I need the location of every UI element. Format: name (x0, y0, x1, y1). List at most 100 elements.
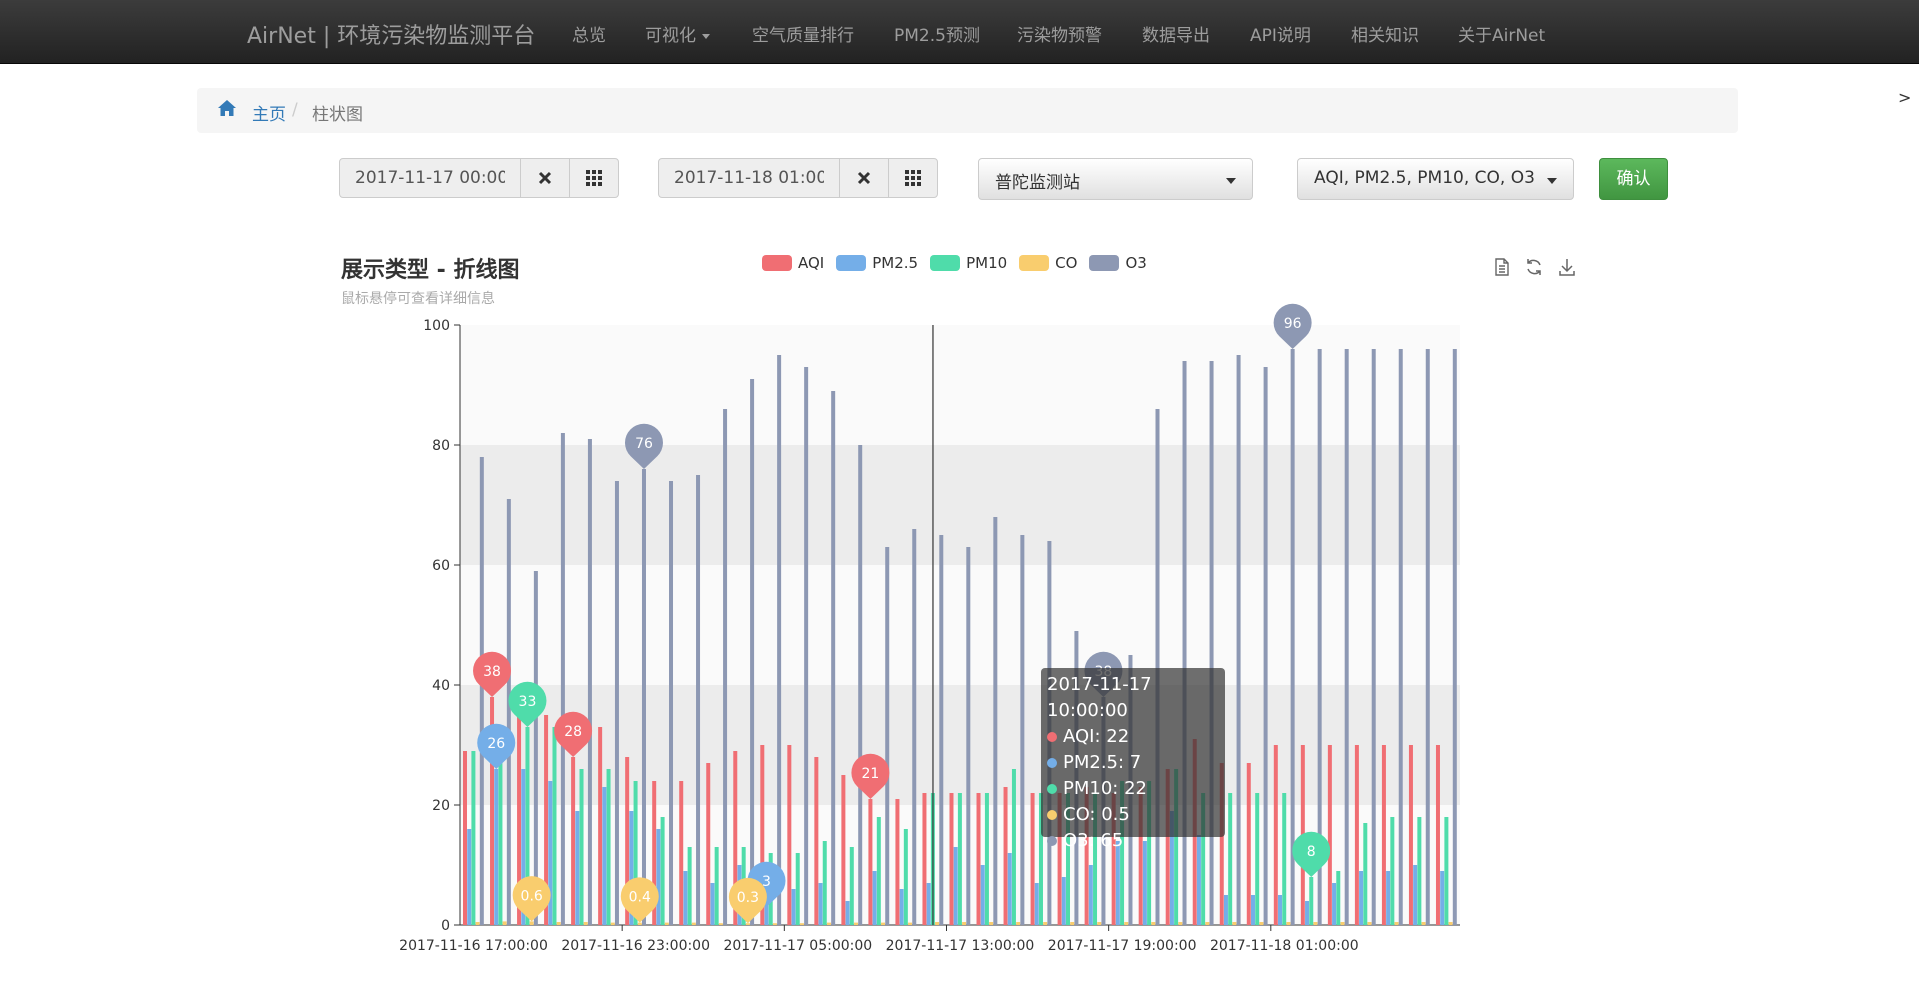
bar-o3 (506, 499, 511, 925)
nav-item-overview[interactable]: 总览 (572, 21, 606, 46)
bar-co (799, 923, 804, 925)
bar-pm25 (710, 883, 715, 925)
bar-o3 (966, 547, 971, 925)
confirm-button[interactable]: 确认 (1599, 158, 1668, 200)
bar-pm10 (1309, 877, 1314, 925)
marker-label: 0.3 (737, 890, 759, 906)
nav-item-pm25-forecast[interactable]: PM2.5预测 (894, 21, 980, 46)
nav-item-pollutant-alert[interactable]: 污染物预警 (1017, 21, 1102, 46)
bar-o3 (804, 367, 809, 925)
open-end-calendar-button[interactable] (888, 158, 938, 198)
bar-pm10 (1444, 817, 1449, 925)
station-select[interactable]: 普陀监测站 (978, 158, 1253, 200)
bar-o3 (614, 481, 619, 925)
bar-pm25 (1250, 895, 1255, 925)
bar-pm10 (903, 829, 908, 925)
nav-item-data-export[interactable]: 数据导出 (1142, 21, 1210, 46)
bar-pm10 (687, 847, 692, 925)
bar-co (962, 922, 967, 925)
bar-co (1043, 922, 1048, 925)
breadcrumb: 主页 / 柱状图 (197, 88, 1738, 133)
nav-item-api-docs[interactable]: API说明 (1250, 21, 1311, 46)
bar-pm25 (1413, 865, 1418, 925)
bar-o3 (831, 391, 836, 925)
bar-co (935, 922, 940, 925)
bar-pm10 (1228, 793, 1233, 925)
nav-item-about[interactable]: 关于AirNet (1458, 21, 1545, 46)
bar-aqi (814, 757, 819, 925)
tooltip-value: CO: 0.5 (1063, 804, 1130, 825)
end-date-picker (658, 158, 940, 200)
download-icon[interactable] (1557, 257, 1577, 277)
bar-aqi (679, 781, 684, 925)
end-date-input[interactable] (658, 158, 840, 198)
bar-o3 (1263, 367, 1268, 925)
bar-o3 (1452, 349, 1457, 925)
chevron-down-icon (1226, 178, 1236, 184)
bar-aqi (922, 793, 927, 925)
bar-co (1151, 922, 1156, 925)
bar-co (637, 922, 642, 925)
bar-pm10 (1255, 793, 1260, 925)
bar-aqi (706, 763, 711, 925)
x-tick-label: 2017-11-17 05:00:00 (723, 938, 872, 954)
tooltip-dot (1047, 732, 1057, 742)
clear-start-date-button[interactable] (520, 158, 570, 198)
bar-pm25 (1305, 901, 1310, 925)
bar-co (1124, 922, 1129, 925)
y-tick-label: 100 (423, 318, 450, 334)
bar-o3 (1020, 535, 1025, 925)
bar-pm25 (1332, 883, 1337, 925)
tooltip-dot (1047, 836, 1057, 846)
bar-co (691, 922, 696, 925)
open-start-calendar-button[interactable] (569, 158, 619, 198)
bar-pm10 (498, 757, 503, 925)
bar-pm25 (548, 781, 553, 925)
nav-item-air-quality-rank[interactable]: 空气质量排行 (752, 21, 854, 46)
bar-co (1313, 922, 1318, 925)
bar-o3 (696, 475, 701, 925)
bar-co (772, 923, 777, 925)
y-tick-label: 40 (432, 678, 450, 694)
bar-pm25 (953, 847, 958, 925)
bar-aqi (571, 757, 576, 925)
bar-aqi (598, 727, 603, 925)
bar-pm10 (795, 853, 800, 925)
bar-o3 (1425, 349, 1430, 925)
nav-item-visualize-label: 可视化 (645, 26, 696, 46)
home-icon[interactable] (217, 98, 237, 118)
x-tick-label: 2017-11-16 17:00:00 (399, 938, 548, 954)
bar-pm25 (494, 769, 499, 925)
chart-tooltip: 2017-11-17 10:00:00 AQI: 22 PM2.5: 7 PM1… (1041, 668, 1225, 851)
nav-item-visualize[interactable]: 可视化 (645, 21, 710, 46)
tooltip-row-co: CO: 0.5 (1047, 802, 1219, 828)
bar-co (826, 922, 831, 925)
bar-co (664, 922, 669, 925)
nav-item-knowledge[interactable]: 相关知识 (1351, 21, 1419, 46)
bar-chart[interactable]: 0 20 40 60 80 100 2017-11-16 17:00:00 2017-11-1… (330, 245, 1530, 975)
bar-co (908, 922, 913, 925)
pollutant-select[interactable]: AQI, PM2.5, PM10, CO, O3 (1297, 158, 1574, 200)
start-date-input[interactable] (339, 158, 521, 198)
bar-co (1232, 922, 1237, 925)
marker-label: 38 (483, 664, 501, 680)
bar-pm25 (1440, 871, 1445, 925)
bar-pm25 (1278, 895, 1283, 925)
brand-link[interactable]: AirNet | 环境污染物监测平台 (247, 18, 535, 50)
bar-pm10 (984, 793, 989, 925)
chevron-down-icon (1547, 178, 1557, 184)
bar-pm10 (1363, 823, 1368, 925)
bar-pm10 (606, 769, 611, 925)
bar-pm25 (1223, 895, 1228, 925)
bar-co (502, 921, 507, 925)
bar-co (1367, 922, 1372, 925)
grid-icon (586, 170, 602, 186)
clear-end-date-button[interactable] (839, 158, 889, 198)
marker-label: 26 (487, 736, 505, 752)
marker-label: 96 (1284, 316, 1302, 332)
grid-band (460, 445, 1460, 565)
breadcrumb-home-link[interactable]: 主页 (252, 100, 286, 125)
side-arrow[interactable]: > (1898, 88, 1911, 107)
bar-o3 (560, 433, 565, 925)
bar-o3 (1236, 355, 1241, 925)
